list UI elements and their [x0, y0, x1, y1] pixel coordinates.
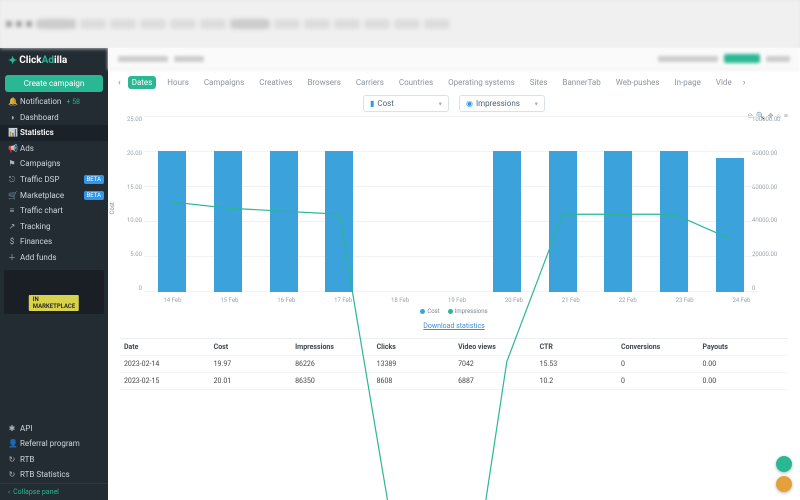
sidebar-item-label: Notification [20, 97, 61, 107]
sidebar-item-notification[interactable]: 🔔 Notification + 58 [0, 94, 108, 110]
top-controls-bar [108, 48, 800, 70]
main-content: ‹ Dates Hours Campaigns Creatives Browsers Ca… [108, 48, 800, 500]
tab-in-page[interactable]: In-page [671, 76, 705, 89]
tab-carriers[interactable]: Carriers [352, 76, 388, 89]
sidebar-item-label: Ads [20, 144, 34, 154]
sidebar-item-label: API [20, 424, 32, 434]
sidebar: ✦ ClickAdilla Create campaign 🔔 Notificat… [0, 48, 108, 500]
sidebar-item-label: Referral program [20, 439, 80, 449]
sidebar-item-label: Campaigns [20, 159, 60, 169]
brand-logo: ✦ ClickAdilla [0, 48, 108, 73]
sidebar-icon: ↻ [8, 455, 16, 465]
sidebar-item-finances[interactable]: $ Finances [0, 234, 108, 250]
sidebar-icon: ↻ [8, 470, 16, 480]
sidebar-item-label: Finances [20, 237, 52, 247]
sidebar-item-referral-program[interactable]: 👤 Referral program [0, 436, 108, 452]
tabs-scroll-right[interactable]: › [743, 78, 746, 88]
beta-badge: BETA [84, 191, 104, 200]
tab-operating-systems[interactable]: Operating systems [444, 76, 519, 89]
sidebar-icon: 🛒 [8, 191, 16, 201]
tab-creatives[interactable]: Creatives [255, 76, 296, 89]
tabs-scroll-left[interactable]: ‹ [118, 78, 121, 88]
sidebar-item-label: Traffic chart [20, 206, 63, 216]
chevron-left-icon: ‹ [8, 488, 10, 496]
tab-sites[interactable]: Sites [526, 76, 552, 89]
tab-dates[interactable]: Dates [128, 76, 157, 89]
tab-campaigns[interactable]: Campaigns [200, 76, 248, 89]
sidebar-item-traffic-chart[interactable]: ≡ Traffic chart [0, 203, 108, 219]
sidebar-item-traffic-dsp[interactable]: ⎋ Traffic DSP BETA [0, 172, 108, 188]
chevron-down-icon: ▾ [438, 100, 442, 108]
sidebar-icon: ⎋ [8, 175, 16, 185]
sidebar-icon: ＋ [8, 253, 16, 263]
sidebar-item-marketplace[interactable]: 🛒 Marketplace BETA [0, 188, 108, 204]
sidebar-item-label: Statistics [20, 128, 54, 138]
sidebar-item-statistics[interactable]: 📊 Statistics [0, 125, 108, 141]
tab-countries[interactable]: Countries [395, 76, 437, 89]
sidebar-item-label: Dashboard [20, 113, 59, 123]
sidebar-item-rtb[interactable]: ↻ RTB [0, 452, 108, 468]
sidebar-item-label: Marketplace [20, 191, 64, 201]
notification-count: + 58 [66, 98, 80, 106]
browser-chrome [0, 0, 800, 48]
help-fab[interactable] [776, 476, 792, 492]
metric-dropdown-impressions[interactable]: ◉Impressions ▾ [459, 95, 545, 112]
sidebar-item-rtb-statistics[interactable]: ↻ RTB Statistics [0, 467, 108, 483]
sidebar-icon: ⚑ [8, 159, 16, 169]
sidebar-item-tracking[interactable]: ↗ Tracking [0, 219, 108, 235]
promo-card[interactable]: IN MARKETPLACE [4, 270, 104, 314]
promo-tag: IN MARKETPLACE [29, 295, 79, 311]
sidebar-icon: 📊 [8, 128, 16, 138]
tab-vide[interactable]: Vide [712, 76, 736, 89]
y-axis-label: Cost [109, 202, 116, 214]
sidebar-item-api[interactable]: ✱ API [0, 421, 108, 437]
sidebar-item-add-funds[interactable]: ＋ Add funds [0, 250, 108, 266]
floating-actions [776, 456, 792, 492]
sidebar-item-label: Traffic DSP [20, 175, 59, 185]
sidebar-icon: 📢 [8, 144, 16, 154]
tab-bannertab[interactable]: BannerTab [558, 76, 604, 89]
beta-badge: BETA [84, 175, 104, 184]
stats-tabs: ‹ Dates Hours Campaigns Creatives Browsers Ca… [108, 70, 800, 93]
sidebar-item-ads[interactable]: 📢 Ads [0, 141, 108, 157]
sidebar-icon: 👤 [8, 439, 16, 449]
eye-icon: ◉ [466, 99, 473, 108]
sidebar-icon: ↗ [8, 222, 16, 232]
collapse-panel-button[interactable]: ‹ Collapse panel [0, 483, 108, 500]
sidebar-item-label: Tracking [20, 222, 50, 232]
chart-icon: ▮ [370, 99, 374, 108]
sidebar-item-label: RTB [20, 455, 34, 465]
logo-icon: ✦ [8, 54, 17, 67]
sidebar-item-label: RTB Statistics [20, 470, 70, 480]
sidebar-icon: ✱ [8, 424, 16, 434]
sidebar-item-label: Add funds [20, 253, 56, 263]
tab-hours[interactable]: Hours [163, 76, 193, 89]
stats-chart: ⊖ 🔍 ✥ ⌂ ≡ Cost Impressions 25.0020.0015.… [120, 116, 788, 306]
sidebar-item-campaigns[interactable]: ⚑ Campaigns [0, 156, 108, 172]
tab-browsers[interactable]: Browsers [303, 76, 344, 89]
sidebar-icon: 🔔 [8, 97, 16, 107]
sidebar-item-dashboard[interactable]: ◑ Dashboard [0, 110, 108, 126]
chevron-down-icon: ▾ [534, 100, 538, 108]
sidebar-icon: ≡ [8, 206, 16, 216]
sidebar-icon: $ [8, 237, 16, 247]
sidebar-icon: ◑ [8, 113, 16, 123]
tab-web-pushes[interactable]: Web-pushes [612, 76, 664, 89]
chat-fab[interactable] [776, 456, 792, 472]
create-campaign-button[interactable]: Create campaign [5, 75, 103, 92]
metric-dropdown-cost[interactable]: ▮Cost ▾ [363, 95, 449, 112]
